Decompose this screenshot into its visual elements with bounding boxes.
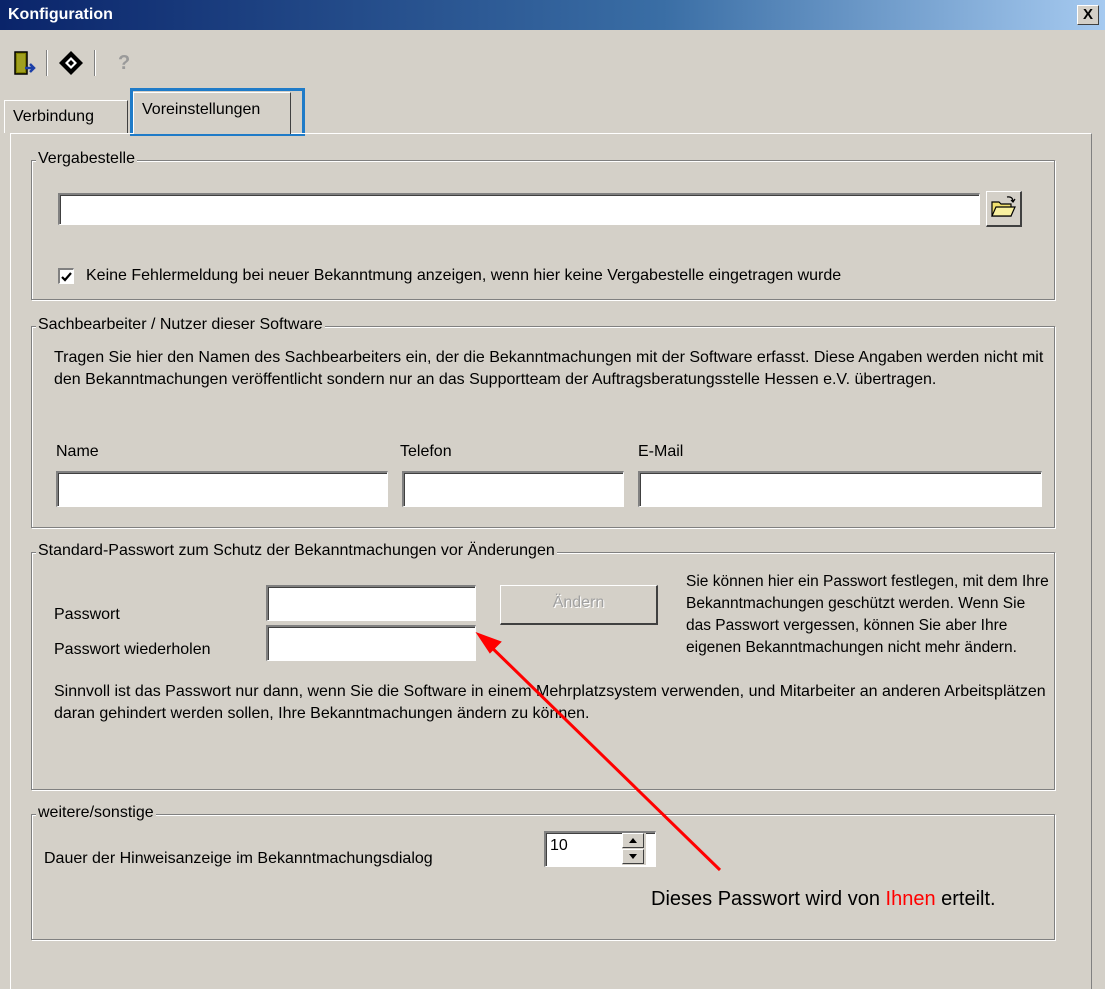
diamond-icon[interactable] [56,48,86,78]
password-repeat-label: Passwort wiederholen [54,641,211,658]
password-repeat-input[interactable] [266,625,476,661]
close-button[interactable]: X [1077,5,1099,25]
browse-folder-button[interactable] [986,191,1022,227]
change-password-button[interactable]: Ändern [500,585,658,625]
title-bar: Konfiguration X [0,0,1105,30]
open-folder-icon [991,196,1016,217]
annotation-text-highlight: Ihnen [885,888,936,910]
group-title-sachbearbeiter: Sachbearbeiter / Nutzer dieser Software [36,316,325,334]
sachbearbeiter-description: Tragen Sie hier den Namen des Sachbearbe… [54,349,1044,388]
arrow-down-icon [629,854,637,859]
checkmark-icon [61,272,72,282]
password-note: Sinnvoll ist das Passwort nur dann, wenn… [54,683,1046,722]
duration-spinner [622,833,646,865]
config-window: Konfiguration X ? Verbindung Voreinstell… [0,0,1105,989]
email-label: E-Mail [638,443,684,460]
name-label: Name [56,443,99,460]
annotation-text-before: Dieses Passwort wird von [651,888,886,910]
tab-panel: Vergabestelle Keine Fehlermeldung bei ne… [10,133,1092,989]
exit-door-icon[interactable] [8,48,38,78]
arrow-up-icon [629,838,637,843]
group-passwort: Standard-Passwort zum Schutz der Bekannt… [31,542,1055,790]
toolbar-separator [94,50,96,76]
phone-label: Telefon [400,443,452,460]
tab-voreinstellungen[interactable]: Voreinstellungen [133,92,291,134]
password-input[interactable] [266,585,476,621]
spin-down-button[interactable] [622,849,644,864]
vergabestelle-input[interactable] [58,193,980,225]
password-side-text: Sie können hier ein Passwort festlegen, … [686,573,1049,656]
no-error-checkbox-label: Keine Fehlermeldung bei neuer Bekanntmun… [86,267,842,284]
tab-verbindung[interactable]: Verbindung [4,100,128,133]
group-title-weitere: weitere/sonstige [36,804,156,822]
password-label: Passwort [54,606,120,623]
group-vergabestelle: Vergabestelle Keine Fehlermeldung bei ne… [31,150,1055,300]
group-title-vergabestelle: Vergabestelle [36,150,137,168]
no-error-checkbox[interactable] [58,268,74,284]
spin-up-button[interactable] [622,833,644,848]
annotation-text-after: erteilt. [935,888,996,910]
help-question-icon[interactable]: ? [104,48,134,78]
group-sachbearbeiter: Sachbearbeiter / Nutzer dieser Software … [31,316,1055,528]
phone-input[interactable] [402,471,624,507]
email-input[interactable] [638,471,1042,507]
window-title: Konfiguration [8,6,113,23]
group-title-passwort: Standard-Passwort zum Schutz der Bekannt… [36,542,557,560]
group-weitere: weitere/sonstige Dauer der Hinweisanzeig… [31,804,1055,940]
annotation-text: Dieses Passwort wird von Ihnen erteilt. [651,888,996,911]
duration-label: Dauer der Hinweisanzeige im Bekanntmachu… [44,850,433,867]
toolbar-separator [46,50,48,76]
name-input[interactable] [56,471,388,507]
change-password-button-label: Ändern [552,594,605,611]
